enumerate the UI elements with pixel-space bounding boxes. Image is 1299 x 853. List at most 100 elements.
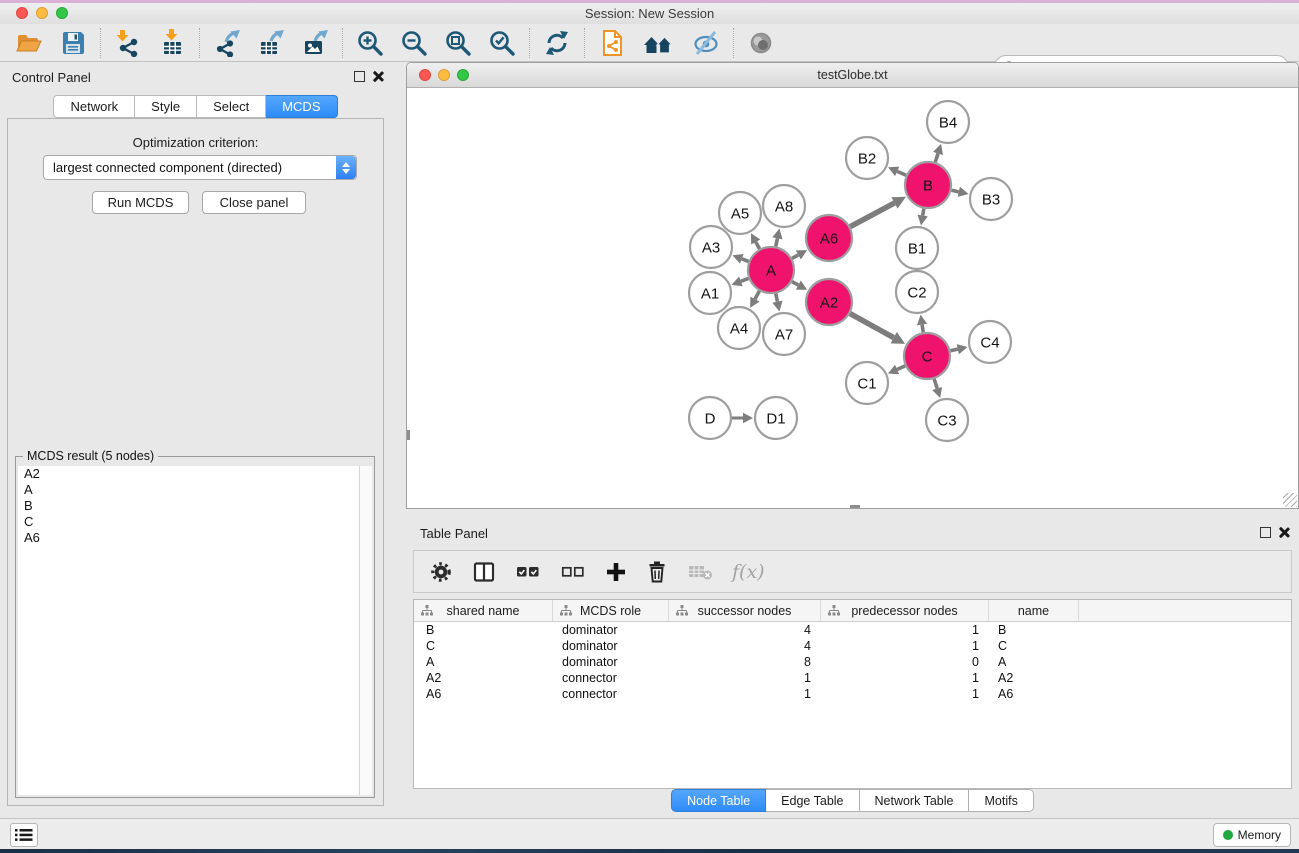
float-panel-icon[interactable] — [354, 71, 365, 82]
tab-style[interactable]: Style — [135, 95, 197, 118]
edge-A-A1[interactable] — [741, 278, 749, 281]
cell-name[interactable]: C — [989, 639, 1079, 653]
edge-B-B3[interactable] — [951, 190, 958, 192]
edge-A-A4[interactable] — [755, 291, 759, 299]
table-row[interactable]: A6connector11A6 — [414, 686, 1291, 702]
cell-name[interactable]: A2 — [989, 671, 1079, 685]
optimization-select[interactable]: largest connected component (directed) — [43, 155, 357, 180]
tab-mcds[interactable]: MCDS — [266, 95, 337, 118]
mcds-result-list[interactable]: A2ABCA6 — [18, 466, 359, 795]
cell-MCDS-role[interactable]: dominator — [553, 623, 669, 637]
cell-predecessor-nodes[interactable]: 0 — [821, 655, 989, 669]
cell-predecessor-nodes[interactable]: 1 — [821, 687, 989, 701]
close-panel-icon[interactable] — [372, 70, 384, 82]
edge-C-C1[interactable] — [897, 366, 905, 370]
refresh-icon[interactable] — [542, 28, 572, 58]
show-graphics-details-icon[interactable] — [746, 28, 776, 58]
edge-A-A7[interactable] — [776, 294, 778, 302]
edge-B-B1[interactable] — [923, 209, 924, 216]
network-window-titlebar[interactable]: testGlobe.txt — [407, 63, 1298, 88]
edge-A-A2[interactable] — [792, 282, 798, 285]
function-builder-icon[interactable]: f(x) — [732, 561, 765, 583]
tab-select[interactable]: Select — [197, 95, 266, 118]
table-row[interactable]: A2connector11A2 — [414, 670, 1291, 686]
dropdown-stepper-icon[interactable] — [336, 156, 356, 179]
delete-columns-icon[interactable] — [646, 560, 668, 584]
delete-table-icon[interactable] — [687, 561, 713, 583]
split-panel-icon[interactable] — [472, 560, 496, 584]
cell-predecessor-nodes[interactable]: 1 — [821, 639, 989, 653]
node-table[interactable]: shared nameMCDS rolesuccessor nodesprede… — [413, 599, 1292, 789]
edge-B-B2[interactable] — [897, 171, 906, 175]
column-header-MCDS-role[interactable]: MCDS role — [553, 600, 669, 621]
cell-name[interactable]: A6 — [989, 687, 1079, 701]
edge-A-A5[interactable] — [756, 242, 760, 249]
cell-MCDS-role[interactable]: dominator — [553, 639, 669, 653]
create-column-icon[interactable] — [605, 561, 627, 583]
export-network-icon[interactable] — [212, 28, 242, 58]
edge-A6-B[interactable] — [850, 203, 894, 227]
edge-C-C4[interactable] — [950, 349, 957, 351]
task-history-button[interactable] — [10, 823, 38, 847]
cell-successor-nodes[interactable]: 8 — [669, 655, 821, 669]
mcds-result-item[interactable]: A2 — [18, 466, 359, 482]
column-header-name[interactable]: name — [989, 600, 1079, 621]
mcds-result-item[interactable]: A — [18, 482, 359, 498]
zoom-out-icon[interactable] — [399, 28, 429, 58]
edge-C-C3[interactable] — [934, 379, 937, 389]
run-mcds-button[interactable]: Run MCDS — [92, 191, 189, 214]
edge-A-A8[interactable] — [776, 238, 778, 246]
new-network-from-selection-icon[interactable] — [597, 28, 627, 58]
close-panel-button[interactable]: Close panel — [202, 191, 306, 214]
zoom-selected-icon[interactable] — [487, 28, 517, 58]
select-all-columns-icon[interactable] — [515, 561, 541, 583]
cell-predecessor-nodes[interactable]: 1 — [821, 671, 989, 685]
cell-shared-name[interactable]: C — [414, 639, 553, 653]
cell-name[interactable]: A — [989, 655, 1079, 669]
mcds-list-scrollbar[interactable] — [359, 466, 372, 795]
settings-gear-icon[interactable] — [429, 560, 453, 584]
cell-shared-name[interactable]: B — [414, 623, 553, 637]
cell-MCDS-role[interactable]: connector — [553, 687, 669, 701]
mcds-result-item[interactable]: A6 — [18, 530, 359, 546]
mcds-result-item[interactable]: B — [18, 498, 359, 514]
cell-predecessor-nodes[interactable]: 1 — [821, 623, 989, 637]
cell-successor-nodes[interactable]: 4 — [669, 639, 821, 653]
zoom-in-icon[interactable] — [355, 28, 385, 58]
edge-A-A6[interactable] — [792, 255, 798, 258]
cell-shared-name[interactable]: A6 — [414, 687, 553, 701]
edge-A2-C[interactable] — [850, 314, 894, 338]
import-table-icon[interactable] — [157, 28, 187, 58]
unselect-all-columns-icon[interactable] — [560, 561, 586, 583]
edge-A-A3[interactable] — [742, 259, 749, 262]
zoom-fit-icon[interactable] — [443, 28, 473, 58]
cell-MCDS-role[interactable]: connector — [553, 671, 669, 685]
first-neighbors-icon[interactable] — [641, 28, 677, 58]
column-header-shared-name[interactable]: shared name — [414, 600, 553, 621]
tab-motifs[interactable]: Motifs — [969, 789, 1033, 812]
table-row[interactable]: Cdominator41C — [414, 638, 1291, 654]
close-table-panel-icon[interactable] — [1278, 526, 1290, 538]
network-graph[interactable]: B4B2BB3A5A8A6A3B1AA1C2A2A4A7C4CC1C3DD1 — [407, 89, 1298, 509]
cell-successor-nodes[interactable]: 1 — [669, 671, 821, 685]
open-session-icon[interactable] — [14, 28, 44, 58]
export-table-icon[interactable] — [256, 28, 286, 58]
cell-shared-name[interactable]: A — [414, 655, 553, 669]
network-canvas[interactable]: B4B2BB3A5A8A6A3B1AA1C2A2A4A7C4CC1C3DD1 — [407, 89, 1298, 508]
cell-successor-nodes[interactable]: 4 — [669, 623, 821, 637]
column-header-predecessor-nodes[interactable]: predecessor nodes — [821, 600, 989, 621]
table-row[interactable]: Bdominator41B — [414, 622, 1291, 638]
cell-successor-nodes[interactable]: 1 — [669, 687, 821, 701]
memory-button[interactable]: Memory — [1213, 823, 1291, 847]
column-header-successor-nodes[interactable]: successor nodes — [669, 600, 821, 621]
edge-B-B4[interactable] — [935, 153, 938, 162]
tab-edge-table[interactable]: Edge Table — [766, 789, 859, 812]
mcds-result-item[interactable]: C — [18, 514, 359, 530]
window-resize-grip[interactable] — [1283, 493, 1297, 507]
import-network-icon[interactable] — [113, 28, 143, 58]
save-session-icon[interactable] — [58, 28, 88, 58]
cell-name[interactable]: B — [989, 623, 1079, 637]
tab-network-table[interactable]: Network Table — [860, 789, 970, 812]
float-table-panel-icon[interactable] — [1260, 527, 1271, 538]
tab-network[interactable]: Network — [53, 95, 135, 118]
